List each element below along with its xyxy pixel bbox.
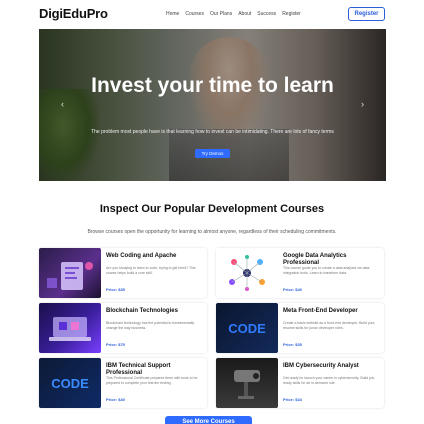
course-title[interactable]: Web Coding and Apache <box>106 253 204 260</box>
register-button[interactable]: Register <box>348 7 385 21</box>
hero-overlay <box>39 29 386 181</box>
nav-register[interactable]: Register <box>282 11 301 17</box>
code-word-icon: CODE <box>51 376 89 391</box>
course-price: Price: $35 <box>106 287 125 292</box>
svg-text:CODE: CODE <box>228 321 266 336</box>
hero-heading: Invest your time to learn <box>91 74 334 97</box>
main-menu: Home Courses Our Plans About Success Reg… <box>166 11 301 17</box>
svg-text:CODE: CODE <box>51 376 89 391</box>
course-description: Create a basic website as a front-end de… <box>283 321 375 330</box>
hero-subtext: The problem most people have is that lea… <box>91 129 334 135</box>
nav-home[interactable]: Home <box>166 11 179 17</box>
data-network-illustration-icon <box>229 255 265 291</box>
hero-cta-button[interactable]: Try Demos <box>195 149 230 158</box>
nav-courses[interactable]: Courses <box>185 11 204 17</box>
course-thumbnail-blockchain <box>39 303 101 353</box>
web-coding-illustration-icon <box>47 262 93 290</box>
nav-success[interactable]: Success <box>257 11 276 17</box>
course-thumbnail-web-coding <box>39 248 101 298</box>
course-description: This course guide you to create a data a… <box>283 266 370 275</box>
course-description: Are you studying to learn to code, tryin… <box>106 266 196 275</box>
course-card[interactable]: IBM Cybersecurity Analyst Get ready for … <box>216 358 384 408</box>
course-description: This Professional Certificate prepares t… <box>106 376 198 385</box>
carousel-next-icon[interactable]: › <box>361 99 364 109</box>
code-word-icon: CODE <box>228 321 266 336</box>
course-description: Get ready for launch your career in cybe… <box>283 376 375 385</box>
course-title[interactable]: Meta Front-End Developer <box>283 308 381 315</box>
course-thumbnail-data-analytics <box>216 248 278 298</box>
course-thumbnail-cybersecurity <box>216 358 278 408</box>
security-camera-icon <box>234 370 260 399</box>
course-title[interactable]: Blockchain Technologies <box>106 308 204 315</box>
see-more-courses-button[interactable]: See More Courses <box>165 416 252 424</box>
course-title[interactable]: IBM Technical Support Professional <box>106 363 204 377</box>
course-price: Price: $75 <box>106 342 125 347</box>
course-card[interactable]: CODE IBM Technical Support Professional … <box>39 358 207 408</box>
hero-banner: ‹ › Invest your time to learn The proble… <box>39 29 386 181</box>
nav-plans[interactable]: Our Plans <box>210 11 232 17</box>
blockchain-laptop-icon <box>49 317 91 341</box>
course-title[interactable]: Google Data Analytics Professional <box>283 253 381 267</box>
course-thumbnail-code-blue: CODE <box>216 303 278 353</box>
courses-section-title: Inspect Our Popular Development Courses <box>99 203 325 215</box>
course-thumbnail-code-dark: CODE <box>39 358 101 408</box>
course-price: Price: $40 <box>106 397 125 402</box>
course-price: Price: $34 <box>283 397 302 402</box>
course-card[interactable]: Blockchain Technologies Blockchain techn… <box>39 303 207 353</box>
brand-logo[interactable]: DigiEduPro <box>39 6 108 21</box>
course-price: Price: $35 <box>283 342 302 347</box>
nav-about[interactable]: About <box>238 11 251 17</box>
course-card[interactable]: CODE Meta Front-End Developer Create a b… <box>216 303 384 353</box>
top-nav: DigiEduPro Home Courses Our Plans About … <box>0 0 424 28</box>
course-card[interactable]: Google Data Analytics Professional This … <box>216 248 384 298</box>
course-title[interactable]: IBM Cybersecurity Analyst <box>283 363 381 370</box>
course-description: Blockchain technology has the potential … <box>106 321 195 330</box>
courses-section-subtitle: Browse courses open the opportunity for … <box>87 229 337 235</box>
course-card[interactable]: Web Coding and Apache Are you studying t… <box>39 248 207 298</box>
carousel-prev-icon[interactable]: ‹ <box>61 99 64 109</box>
course-price: Price: $40 <box>283 287 302 292</box>
